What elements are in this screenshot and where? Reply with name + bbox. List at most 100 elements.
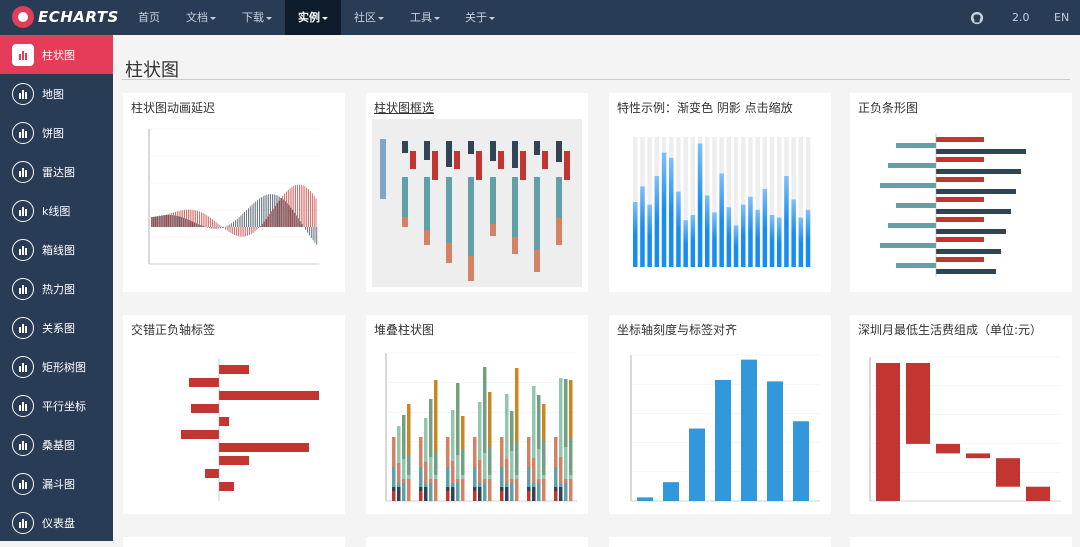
bar [537, 483, 541, 501]
example-card-tick-align[interactable]: 坐标轴刻度与标签对齐 [609, 315, 831, 514]
example-card-negative-bar[interactable]: 正负条形图 [850, 93, 1072, 292]
sidebar-item-6[interactable]: 热力图 [0, 269, 113, 308]
bar [454, 151, 460, 169]
bar [534, 177, 540, 250]
bar [490, 141, 496, 161]
bar [216, 222, 217, 227]
bar [306, 188, 307, 227]
bar [236, 227, 237, 236]
nav-about[interactable]: 关于 [455, 0, 505, 35]
bar [278, 196, 279, 227]
bar [1026, 487, 1050, 501]
version-link[interactable]: 2.0 [1012, 0, 1030, 35]
echarts-logo[interactable]: ECHARTS [12, 6, 119, 28]
sidebar-item-5[interactable]: 箱线图 [0, 230, 113, 269]
bar [763, 189, 768, 267]
bar [207, 215, 208, 227]
bar [402, 177, 408, 217]
bar [407, 475, 411, 479]
example-card-partial[interactable] [850, 537, 1072, 547]
bar [512, 177, 518, 237]
sidebar-item-0[interactable]: 柱状图 [0, 35, 113, 74]
nav-tools[interactable]: 工具 [400, 0, 450, 35]
bar [510, 411, 514, 451]
sidebar-item-4[interactable]: k线图 [0, 191, 113, 230]
sidebar-item-7[interactable]: 关系图 [0, 308, 113, 347]
radar-chart-icon [12, 161, 34, 183]
bar [554, 467, 558, 487]
sidebar-item-3[interactable]: 雷达图 [0, 152, 113, 191]
bar [161, 215, 162, 227]
bar [434, 452, 438, 475]
bar [498, 151, 504, 169]
bar [264, 222, 265, 227]
sidebar-item-9[interactable]: 平行坐标 [0, 386, 113, 425]
bar [207, 227, 208, 228]
bar [936, 269, 996, 274]
sidebar-item-label: k线图 [42, 203, 70, 219]
bar [451, 461, 455, 483]
github-link[interactable] [970, 0, 984, 35]
bar [215, 227, 216, 229]
bar [446, 491, 450, 501]
nav-download[interactable]: 下载 [232, 0, 282, 35]
bar [297, 185, 298, 227]
bar [271, 211, 272, 227]
example-card-partial[interactable] [123, 537, 345, 547]
example-card-bar-brush[interactable]: 柱状图框选 [366, 93, 588, 292]
nav-docs[interactable]: 文档 [176, 0, 226, 35]
sidebar-item-12[interactable]: 仪表盘 [0, 503, 113, 542]
sidebar-item-label: 柱状图 [42, 47, 75, 63]
bar [564, 379, 568, 447]
bar [182, 210, 183, 227]
bar [300, 221, 301, 227]
bar [451, 483, 455, 487]
bar [767, 381, 783, 501]
language-switch[interactable]: EN [1054, 0, 1069, 35]
example-card-bar-animation-delay[interactable]: 柱状图动画延迟 [123, 93, 345, 292]
caret-down-icon [378, 17, 384, 20]
bar [446, 177, 452, 243]
bar [159, 216, 160, 227]
sidebar-item-label: 桑基图 [42, 437, 75, 453]
example-card-stacked-bar[interactable]: 堆叠柱状图 [366, 315, 588, 514]
bar [292, 210, 293, 227]
bar [564, 483, 568, 501]
example-card-partial[interactable] [609, 537, 831, 547]
nav-home[interactable]: 首页 [128, 0, 170, 35]
example-card-staggered-labels[interactable]: 交错正负轴标签 [123, 315, 345, 514]
sidebar-item-8[interactable]: 矩形树图 [0, 347, 113, 386]
bar [265, 195, 266, 227]
bar [172, 215, 173, 227]
example-card-partial[interactable] [366, 537, 588, 547]
bar [268, 194, 269, 227]
bar [468, 141, 474, 154]
bar [256, 227, 257, 230]
bar [315, 227, 316, 243]
example-card-gradient-bar[interactable]: 特性示例：渐变色 阴影 点击缩放 [609, 93, 831, 292]
bar [936, 237, 984, 242]
bar [936, 217, 984, 222]
bar [748, 197, 753, 267]
bar [434, 380, 438, 452]
nav-community[interactable]: 社区 [344, 0, 394, 35]
example-card-waterfall[interactable]: 深圳月最低生活费组成（单位:元） [850, 315, 1072, 514]
sidebar-item-10[interactable]: 桑基图 [0, 425, 113, 464]
bar [478, 487, 482, 501]
sidebar-item-2[interactable]: 饼图 [0, 113, 113, 152]
bar [261, 197, 262, 227]
sidebar-item-11[interactable]: 漏斗图 [0, 464, 113, 503]
bar [461, 479, 465, 501]
bar [936, 177, 984, 182]
bar [461, 475, 465, 479]
bar [488, 446, 492, 475]
nav-examples[interactable]: 实例 [285, 0, 341, 35]
bar [239, 217, 240, 227]
bar [505, 459, 509, 483]
bar [559, 378, 563, 457]
bar [219, 417, 229, 426]
bar [434, 475, 438, 479]
sidebar-item-1[interactable]: 地图 [0, 74, 113, 113]
bar [219, 365, 249, 374]
bar [277, 203, 278, 227]
